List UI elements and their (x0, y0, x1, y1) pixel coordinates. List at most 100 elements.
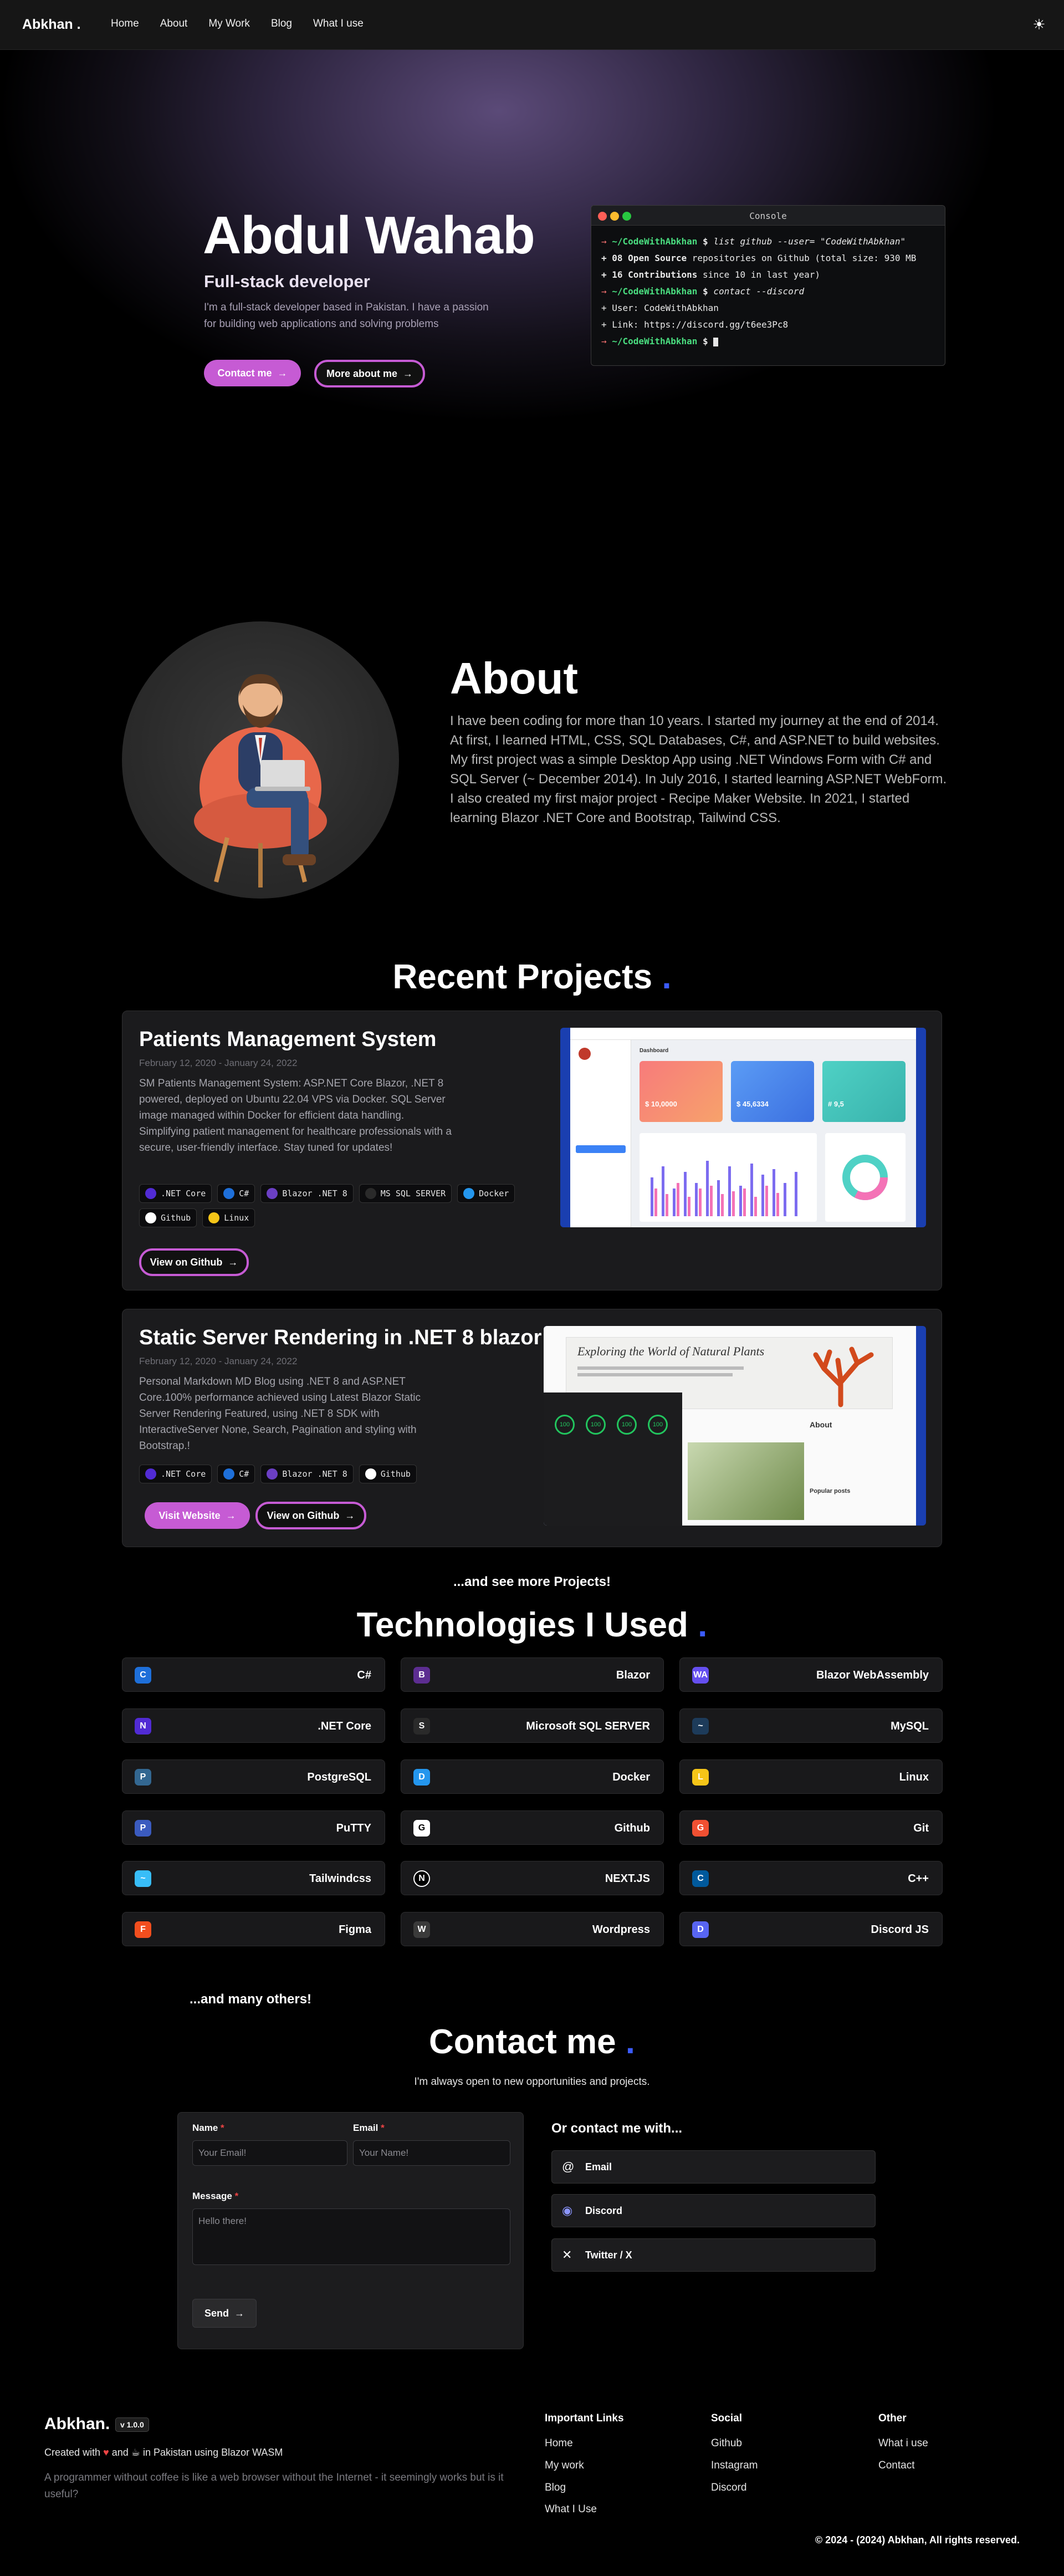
tech-card: S Microsoft SQL SERVER (401, 1708, 664, 1743)
nav-link-home[interactable]: Home (111, 18, 139, 30)
contributions-label: Contributions (628, 269, 698, 280)
dotnet-icon (145, 1468, 156, 1480)
footer-link-github[interactable]: Github (711, 2437, 742, 2450)
email-input[interactable]: Your Name! (353, 2140, 510, 2166)
created-and-text: and (111, 2447, 129, 2458)
tech-name: Blazor WebAssembly (816, 1669, 929, 1681)
send-button[interactable]: Send → (192, 2299, 257, 2328)
putty-icon: P (135, 1820, 151, 1837)
blog-about-heading: About (810, 1420, 832, 1429)
tech-card: P PostgreSQL (122, 1759, 385, 1794)
see-more-projects-link[interactable]: ...and see more Projects! (0, 1574, 1064, 1590)
dotnet-icon: N (135, 1718, 151, 1735)
console-prompt: ~/CodeWithAbkhan (612, 236, 698, 247)
discord-contact-button[interactable]: ◉ Discord (551, 2194, 876, 2227)
tag-label: C# (239, 1188, 249, 1198)
project-card-patients: Patients Management System February 12, … (122, 1011, 942, 1290)
tech-card: W Wordpress (401, 1912, 664, 1946)
git-icon: G (692, 1820, 709, 1837)
footer-link-blog[interactable]: Blog (545, 2482, 566, 2494)
view-on-github-button[interactable]: View on Github → (139, 1248, 249, 1276)
tech-card: ~ Tailwindcss (122, 1861, 385, 1895)
developer-illustration-icon (194, 674, 327, 887)
lighthouse-score: 100 (586, 1415, 606, 1435)
tech-name: Discord JS (871, 1924, 929, 1936)
footer-link-what-i-use-other[interactable]: What i use (878, 2437, 928, 2450)
tag-github: Github (139, 1208, 197, 1227)
nav-link-about[interactable]: About (160, 18, 188, 30)
blazor-icon: B (413, 1667, 430, 1684)
stat-value: $ 10,0000 (645, 1100, 677, 1108)
footer-link-home[interactable]: Home (545, 2437, 573, 2450)
visit-website-button[interactable]: Visit Website → (145, 1502, 250, 1529)
console-link-line: Link: https://discord.gg/t6ee3Pc8 (612, 319, 789, 330)
lighthouse-scores: 100 100 100 100 (555, 1415, 668, 1435)
webassembly-icon: WA (692, 1667, 709, 1684)
repo-line-rest: repositories on Github (total size: 930 … (692, 253, 917, 263)
footer-logo[interactable]: Abkhan. (44, 2415, 110, 2434)
other-heading: Other (878, 2412, 907, 2424)
blue-dot-icon: . (625, 2023, 636, 2061)
github-icon (145, 1212, 156, 1223)
tech-name: Tailwindcss (309, 1873, 371, 1885)
site-logo[interactable]: Abkhan . (22, 17, 81, 33)
console-prompt: ~/CodeWithAbkhan (612, 336, 698, 346)
console-prompt: ~/CodeWithAbkhan (612, 286, 698, 297)
project-screenshot[interactable]: Exploring the World of Natural Plants 10… (544, 1326, 926, 1526)
tech-card: C C++ (679, 1861, 943, 1895)
arrow-right-icon: → (234, 2307, 244, 2319)
name-input[interactable]: Your Email! (192, 2140, 347, 2166)
footer-created-with: Created with ♥ and ☕ in Pakistan using B… (44, 2447, 283, 2458)
tag-label: Docker (479, 1188, 509, 1198)
or-contact-heading: Or contact me with... (551, 2121, 683, 2136)
twitter-contact-label: Twitter / X (585, 2249, 632, 2261)
tech-name: Docker (612, 1771, 650, 1783)
tag-label: Github (161, 1213, 191, 1223)
twitter-contact-button[interactable]: ✕ Twitter / X (551, 2238, 876, 2272)
email-contact-button[interactable]: @ Email (551, 2150, 876, 2184)
donut-chart-thumbnail-icon (842, 1155, 888, 1200)
console-title: Console (749, 211, 787, 221)
contact-me-button[interactable]: Contact me → (204, 360, 301, 386)
footer-link-what-i-use[interactable]: What I Use (545, 2503, 597, 2516)
nav-links: Home About My Work Blog What I use (111, 18, 364, 30)
console-body: → ~/CodeWithAbkhan $ list github --user=… (601, 236, 917, 346)
csharp-icon: C (135, 1667, 151, 1684)
name-label: Name * (192, 2123, 224, 2133)
view-on-github-label: View on Github (150, 1256, 223, 1268)
linux-icon (208, 1212, 220, 1223)
important-links-heading: Important Links (545, 2412, 624, 2424)
footer-link-instagram[interactable]: Instagram (711, 2460, 758, 2472)
project-screenshot[interactable]: Dashboard $ 10,0000 $ 45,6334 # 9,5 (560, 1028, 926, 1227)
repo-count: 08 (612, 253, 623, 263)
tech-card: B Blazor (401, 1657, 664, 1692)
blazor-icon (267, 1188, 278, 1199)
nav-link-what-i-use[interactable]: What I use (313, 18, 364, 30)
lighthouse-score: 100 (648, 1415, 668, 1435)
projects-title-text: Recent Projects (392, 958, 653, 996)
arrow-right-icon: → (228, 1256, 238, 1268)
message-textarea[interactable]: Hello there! (192, 2208, 510, 2265)
tech-card: D Discord JS (679, 1912, 943, 1946)
footer-link-discord[interactable]: Discord (711, 2482, 746, 2494)
nav-link-my-work[interactable]: My Work (208, 18, 250, 30)
nav-link-blog[interactable]: Blog (271, 18, 292, 30)
footer-link-contact[interactable]: Contact (878, 2460, 914, 2472)
view-on-github-button[interactable]: View on Github → (255, 1502, 366, 1529)
tag-linux: Linux (202, 1208, 255, 1227)
blog-heading: Exploring the World of Natural Plants (577, 1344, 765, 1358)
sun-icon[interactable]: ☀ (1031, 17, 1047, 32)
name-label-text: Name (192, 2123, 218, 2133)
csharp-icon (223, 1468, 235, 1480)
console-titlebar: Console (591, 206, 945, 226)
cpp-icon: C (692, 1870, 709, 1887)
console-user-line: User: CodeWithAbkhan (612, 303, 719, 313)
blue-dot-icon: . (698, 1606, 708, 1644)
contact-me-label: Contact me (217, 367, 272, 379)
docker-icon: D (413, 1769, 430, 1786)
tag-label: Github (380, 1469, 411, 1479)
footer-link-my-work[interactable]: My work (545, 2460, 584, 2472)
tag-label: Linux (224, 1213, 249, 1223)
console-command-2: contact --discord (713, 286, 805, 297)
more-about-me-button[interactable]: More about me → (314, 360, 425, 387)
